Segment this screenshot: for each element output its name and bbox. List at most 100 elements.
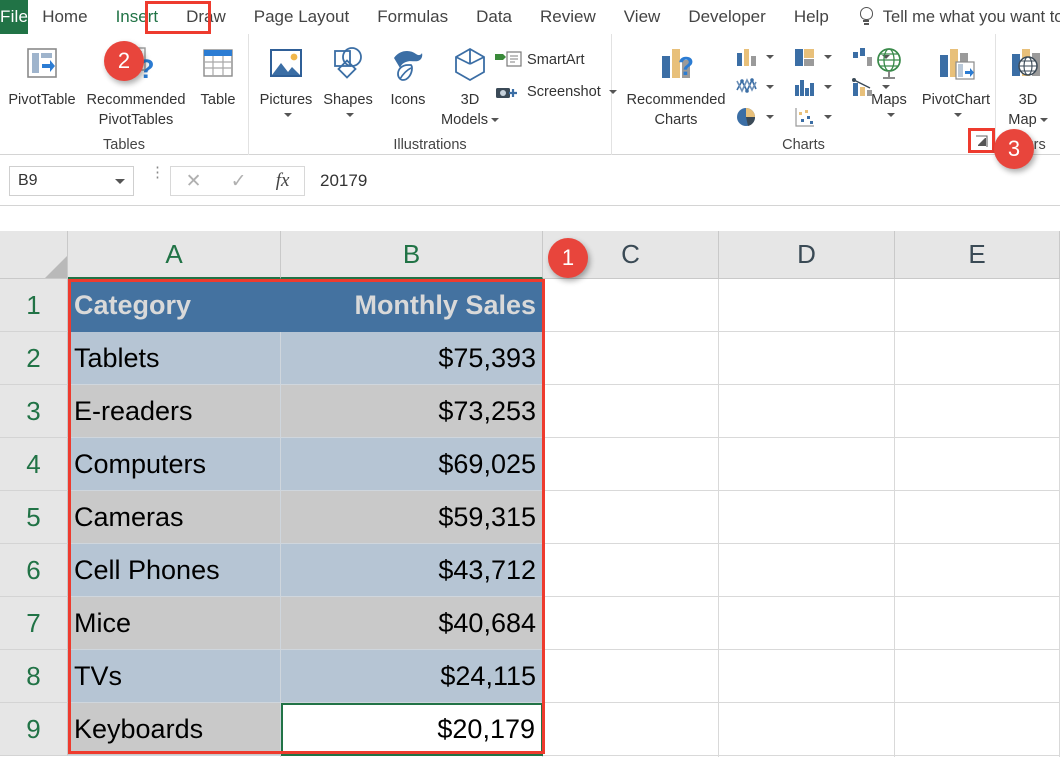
cell-d3[interactable]: [719, 385, 895, 438]
column-chart-button[interactable]: [734, 42, 792, 72]
cell-d7[interactable]: [719, 597, 895, 650]
column-header-d[interactable]: D: [719, 231, 895, 279]
cell-a8[interactable]: TVs: [68, 650, 281, 703]
cell-a4[interactable]: Computers: [68, 438, 281, 491]
name-box[interactable]: B9: [9, 166, 134, 196]
insert-function-icon[interactable]: fx: [276, 170, 290, 192]
cell-d4[interactable]: [719, 438, 895, 491]
cell-c2[interactable]: [543, 332, 719, 385]
smartart-button[interactable]: SmartArt: [494, 50, 585, 70]
cell-b3[interactable]: $73,253: [281, 385, 543, 438]
cell-c3[interactable]: [543, 385, 719, 438]
row-header-3[interactable]: 3: [0, 385, 68, 438]
row-header-1[interactable]: 1: [0, 279, 68, 332]
cell-e5[interactable]: [895, 491, 1060, 544]
formula-bar-grip[interactable]: ⋮: [150, 165, 165, 180]
cell-b8[interactable]: $24,115: [281, 650, 543, 703]
row-header-2[interactable]: 2: [0, 332, 68, 385]
hierarchy-chart-button[interactable]: [792, 42, 850, 72]
tab-data[interactable]: Data: [462, 0, 526, 34]
bar-chart-caret[interactable]: [824, 85, 832, 89]
cell-c4[interactable]: [543, 438, 719, 491]
cell-a6[interactable]: Cell Phones: [68, 544, 281, 597]
select-all-corner[interactable]: [0, 231, 68, 279]
pivotchart-button[interactable]: PivotChart: [918, 39, 994, 120]
maps-dropdown[interactable]: [860, 109, 918, 120]
recommended-charts-button[interactable]: ? Recommended Charts: [616, 39, 736, 129]
cell-c7[interactable]: [543, 597, 719, 650]
formula-input[interactable]: 20179: [310, 166, 1056, 204]
maps-button[interactable]: Maps: [860, 39, 918, 120]
tab-insert[interactable]: Insert: [102, 0, 173, 34]
pie-chart-caret[interactable]: [766, 115, 774, 119]
tab-draw[interactable]: Draw: [172, 0, 240, 34]
tab-view[interactable]: View: [610, 0, 675, 34]
row-header-6[interactable]: 6: [0, 544, 68, 597]
cell-c5[interactable]: [543, 491, 719, 544]
hierarchy-chart-caret[interactable]: [824, 55, 832, 59]
row-header-4[interactable]: 4: [0, 438, 68, 491]
pivottable-button[interactable]: PivotTable: [6, 39, 78, 109]
icons-button[interactable]: Icons: [379, 39, 437, 109]
3d-map-button[interactable]: 3D Map: [996, 39, 1060, 129]
screenshot-button[interactable]: Screenshot: [494, 82, 617, 102]
table-button[interactable]: Table: [192, 39, 244, 109]
tab-file[interactable]: File: [0, 0, 29, 34]
row-header-9[interactable]: 9: [0, 703, 68, 756]
scatter-chart-caret[interactable]: [824, 115, 832, 119]
cell-e8[interactable]: [895, 650, 1060, 703]
cell-e1[interactable]: [895, 279, 1060, 332]
cell-b5[interactable]: $59,315: [281, 491, 543, 544]
tab-help[interactable]: Help: [780, 0, 843, 34]
cell-c6[interactable]: [543, 544, 719, 597]
name-box-dropdown-icon[interactable]: [115, 178, 125, 184]
cell-b4[interactable]: $69,025: [281, 438, 543, 491]
cell-d5[interactable]: [719, 491, 895, 544]
cell-e2[interactable]: [895, 332, 1060, 385]
column-header-a[interactable]: A: [68, 231, 281, 279]
cancel-icon[interactable]: ✕: [186, 170, 202, 193]
3d-map-label-2[interactable]: Map: [996, 112, 1060, 129]
shapes-button[interactable]: Shapes: [317, 39, 379, 120]
pie-chart-button[interactable]: [734, 102, 792, 132]
column-chart-caret[interactable]: [766, 55, 774, 59]
pivotchart-dropdown[interactable]: [918, 109, 994, 120]
tell-me-box[interactable]: Tell me what you want to do: [843, 0, 1060, 34]
cell-d9[interactable]: [719, 703, 895, 756]
tab-formulas[interactable]: Formulas: [363, 0, 462, 34]
tab-developer[interactable]: Developer: [674, 0, 780, 34]
cell-c1[interactable]: [543, 279, 719, 332]
cell-a9[interactable]: Keyboards: [68, 703, 281, 756]
3d-models-dropdown-caret[interactable]: [491, 118, 500, 123]
3d-map-dropdown-caret[interactable]: [1039, 118, 1048, 123]
tab-home[interactable]: Home: [28, 0, 101, 34]
enter-icon[interactable]: ✓: [231, 170, 247, 193]
column-header-e[interactable]: E: [895, 231, 1060, 279]
cell-d2[interactable]: [719, 332, 895, 385]
cell-b2[interactable]: $75,393: [281, 332, 543, 385]
cell-d8[interactable]: [719, 650, 895, 703]
cell-b6[interactable]: $43,712: [281, 544, 543, 597]
cell-e3[interactable]: [895, 385, 1060, 438]
shapes-dropdown[interactable]: [317, 109, 379, 120]
cell-c9[interactable]: [543, 703, 719, 756]
cell-a3[interactable]: E-readers: [68, 385, 281, 438]
cell-d6[interactable]: [719, 544, 895, 597]
cell-b9[interactable]: $20,179: [281, 703, 543, 756]
cell-e6[interactable]: [895, 544, 1060, 597]
cell-b1[interactable]: Monthly Sales: [281, 279, 543, 332]
cell-e7[interactable]: [895, 597, 1060, 650]
scatter-chart-button[interactable]: [792, 102, 850, 132]
tab-review[interactable]: Review: [526, 0, 610, 34]
cell-a5[interactable]: Cameras: [68, 491, 281, 544]
cell-b7[interactable]: $40,684: [281, 597, 543, 650]
cell-a1[interactable]: Category: [68, 279, 281, 332]
tab-page-layout[interactable]: Page Layout: [240, 0, 363, 34]
row-header-5[interactable]: 5: [0, 491, 68, 544]
cell-a7[interactable]: Mice: [68, 597, 281, 650]
cell-e9[interactable]: [895, 703, 1060, 756]
cell-a2[interactable]: Tablets: [68, 332, 281, 385]
cell-c8[interactable]: [543, 650, 719, 703]
3d-models-label-2[interactable]: Models: [437, 112, 503, 129]
row-header-8[interactable]: 8: [0, 650, 68, 703]
